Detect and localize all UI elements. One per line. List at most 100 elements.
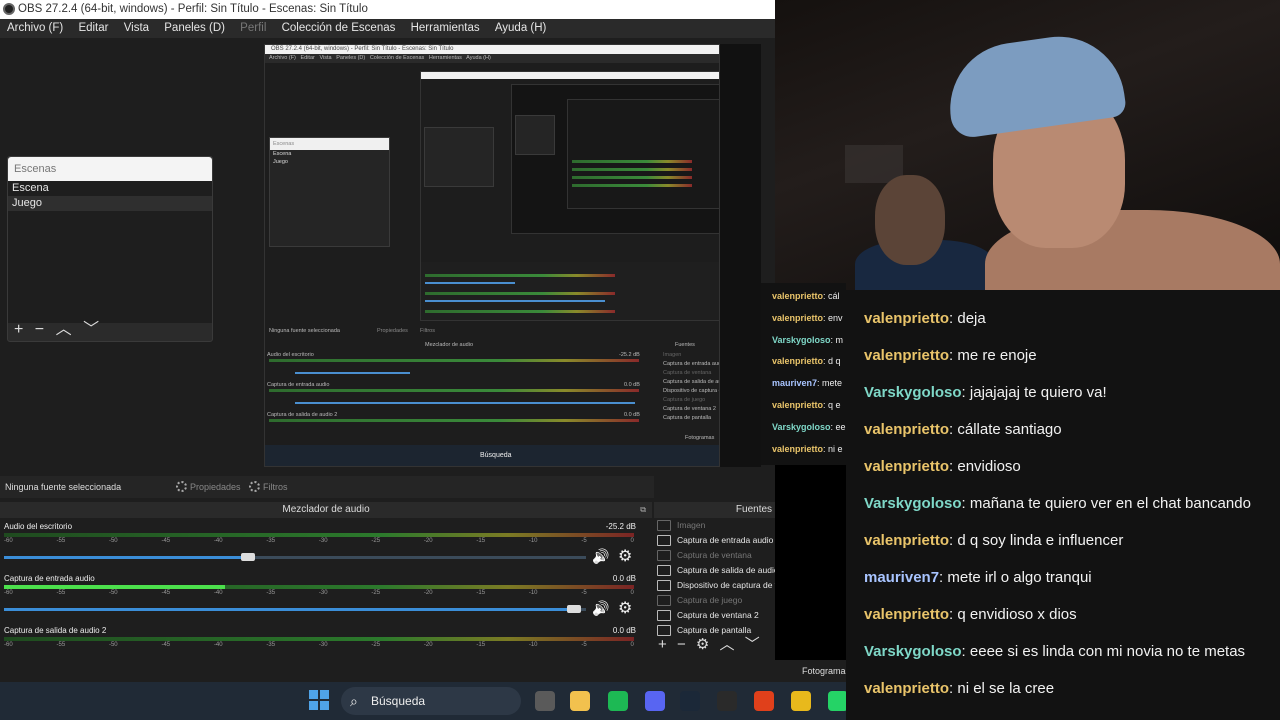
nested-scenes-panel: Escenas Escena Juego — [269, 137, 390, 247]
chat-username[interactable]: valenprietto — [864, 421, 949, 438]
menu-perfil[interactable]: Perfil — [240, 22, 266, 34]
source-item[interactable]: Imagen — [654, 518, 775, 533]
menu-coleccion-escenas[interactable]: Colección de Escenas — [282, 22, 396, 34]
undock-icon[interactable]: ⧉ — [640, 502, 646, 518]
chat-username[interactable]: valenprietto — [864, 347, 949, 364]
nested-meter — [425, 274, 615, 277]
chat-username[interactable]: valenprietto — [864, 680, 949, 697]
chat-echo-text: env — [828, 312, 843, 323]
meter-ticks: -60 -55 -50 -45 -40 -35 -30 -25 -20 -15 -10 -5 0 — [4, 538, 634, 547]
remove-source-button[interactable]: − — [677, 636, 686, 653]
source-item[interactable]: Captura de entrada audio — [654, 533, 775, 548]
taskbar-search[interactable]: ⌕ Búsqueda — [341, 687, 521, 715]
scene-item-selected[interactable]: Juego — [8, 196, 212, 211]
track-name: Captura de entrada audio — [4, 574, 95, 583]
menu-herramientas[interactable]: Herramientas — [411, 22, 480, 34]
move-source-up-button[interactable]: ︿ — [720, 636, 735, 653]
menu-archivo[interactable]: Archivo (F) — [7, 22, 63, 34]
steam-icon[interactable] — [680, 691, 700, 711]
obs-titlebar: OBS 27.2.4 (64-bit, windows) - Perfil: S… — [0, 0, 775, 19]
add-source-button[interactable]: + — [658, 636, 667, 653]
chrome-icon[interactable] — [791, 691, 811, 711]
chat-username[interactable]: valenprietto — [864, 532, 949, 549]
move-scene-down-button[interactable]: ﹀ — [83, 321, 99, 338]
source-item[interactable]: Dispositivo de captura de video — [654, 578, 775, 593]
source-settings-gear-icon[interactable]: ⚙ — [696, 636, 709, 653]
nested-menu-item: Ayuda (H) — [466, 55, 491, 61]
nested-scene-item: Escena — [273, 151, 292, 157]
spotify-icon[interactable] — [608, 691, 628, 711]
volume-slider-handle[interactable] — [241, 553, 256, 561]
remove-scene-button[interactable]: − — [35, 321, 44, 338]
gear-icon[interactable]: ⚙ — [618, 598, 632, 618]
folder-icon[interactable] — [570, 691, 590, 711]
chat-username[interactable]: valenprietto — [864, 458, 949, 475]
chat-echo-text: q e — [828, 400, 841, 410]
camera-icon — [657, 580, 671, 591]
speaker-icon[interactable]: 🔊 — [592, 548, 609, 565]
nested-no-selection: Ninguna fuente seleccionada — [269, 328, 340, 334]
menu-editar[interactable]: Editar — [78, 22, 108, 34]
chat-echo-username: valenprietto — [772, 400, 824, 410]
properties-button[interactable]: Propiedades — [175, 479, 241, 495]
speaker-icon — [657, 565, 671, 576]
preview-canvas[interactable]: OBS 27.2.4 (64-bit, windows) - Perfil: S… — [264, 44, 761, 467]
meter-tick: -45 — [161, 642, 171, 648]
chat-text: q envidioso x dios — [957, 606, 1077, 623]
source-item[interactable]: Captura de salida de audio 2 — [654, 563, 775, 578]
meter-tick: -10 — [528, 590, 538, 596]
windows-start-icon[interactable] — [309, 690, 329, 710]
properties-button-label: Propiedades — [190, 482, 241, 492]
mixer-track: Audio del escritorio -25.2 dB -60 -55 -50 -45… — [0, 522, 640, 572]
meter-tick: -60 — [4, 590, 13, 596]
nested-slider — [295, 402, 635, 404]
chat-username[interactable]: valenprietto — [864, 310, 949, 327]
move-scene-up-button[interactable]: ︿ — [56, 321, 72, 338]
filters-button[interactable]: Filtros — [248, 479, 288, 495]
nested-slider — [425, 282, 515, 284]
meter-tick: -40 — [213, 590, 223, 596]
chat-echo-message: valenprietto: env — [772, 313, 843, 323]
chat-username[interactable]: valenprietto — [864, 606, 949, 623]
whatsapp-icon[interactable] — [828, 691, 848, 711]
chat-separator: : — [961, 384, 970, 401]
meter-tick: -55 — [56, 642, 66, 648]
chat-echo-message: mauriven7: mete — [772, 378, 842, 388]
chat-username[interactable]: mauriven7 — [864, 569, 939, 586]
gear-icon[interactable]: ⚙ — [618, 546, 632, 566]
nested-track-db: 0.0 dB — [624, 382, 640, 388]
window-icon — [657, 610, 671, 621]
add-scene-button[interactable]: + — [14, 321, 23, 338]
volume-slider-handle[interactable] — [567, 605, 582, 613]
nested-obs-capture-1: OBS 27.2.4 (64-bit, windows) - Perfil: S… — [264, 44, 720, 467]
nested-menu-item: Editar — [300, 55, 315, 61]
source-item[interactable]: Captura de ventana — [654, 548, 775, 563]
nested-source-item: Dispositivo de captura de video — [663, 388, 719, 394]
volume-slider[interactable] — [4, 553, 586, 561]
scenes-dock-title[interactable]: Escenas — [8, 157, 212, 181]
discord-icon[interactable] — [645, 691, 665, 711]
chat-message: Varskygoloso: eeee si es linda con mi no… — [864, 643, 1245, 660]
source-item[interactable]: Captura de ventana 2 — [654, 608, 775, 623]
scene-item[interactable]: Escena — [8, 181, 212, 196]
chat-username[interactable]: Varskygoloso — [864, 495, 962, 512]
ea-icon[interactable] — [754, 691, 774, 711]
window-icon — [657, 550, 671, 561]
chat-text: mañana te quiero ver en el chat bancando — [969, 495, 1251, 512]
menu-ayuda[interactable]: Ayuda (H) — [495, 22, 547, 34]
chat-username[interactable]: Varskygoloso — [864, 643, 962, 660]
meter-tick: -20 — [423, 642, 433, 648]
menu-paneles[interactable]: Paneles (D) — [164, 22, 225, 34]
epic-icon[interactable] — [717, 691, 737, 711]
volume-slider-fill — [4, 608, 575, 611]
move-source-down-button[interactable]: ﹀ — [745, 636, 760, 653]
volume-meter — [4, 637, 634, 641]
chat-username[interactable]: Varskygoloso — [864, 384, 962, 401]
speaker-icon[interactable]: 🔊 — [592, 600, 609, 617]
menu-vista[interactable]: Vista — [124, 22, 149, 34]
source-item[interactable]: Captura de juego — [654, 593, 775, 608]
files-icon[interactable] — [535, 691, 555, 711]
volume-slider[interactable] — [4, 605, 586, 613]
nested-mixer-title: Mezclador de audio — [425, 342, 474, 348]
nested-meter — [269, 419, 639, 422]
